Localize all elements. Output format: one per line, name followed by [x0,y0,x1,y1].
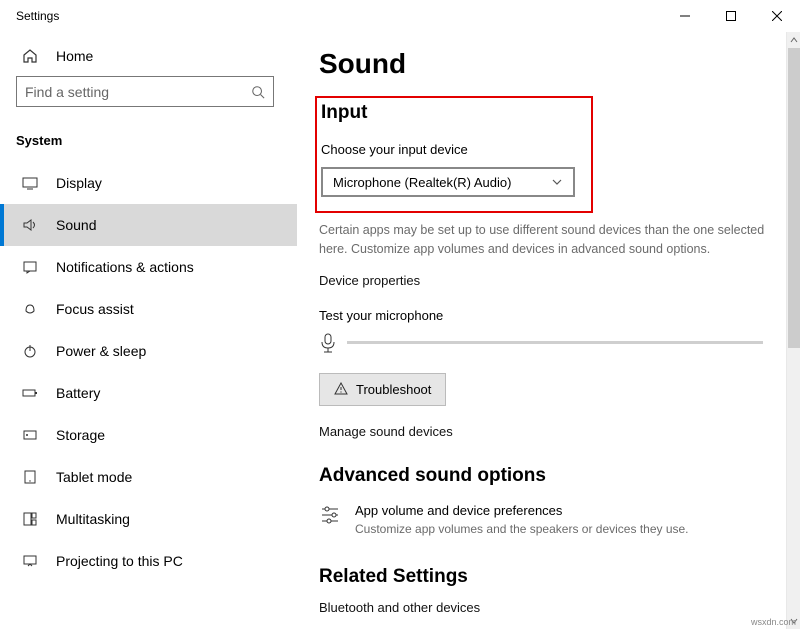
nav-label: Tablet mode [56,469,132,485]
home-label: Home [56,48,93,64]
multitasking-icon [22,511,38,527]
input-note: Certain apps may be set up to use differ… [319,221,772,259]
input-device-dropdown[interactable]: Microphone (Realtek(R) Audio) [321,167,575,197]
search-input[interactable]: Find a setting [16,76,274,107]
sidebar-item-projecting[interactable]: Projecting to this PC [0,540,297,582]
sidebar-item-storage[interactable]: Storage [0,414,297,456]
display-icon [22,175,38,191]
pref-title: App volume and device preferences [355,503,689,518]
microphone-icon [319,333,337,353]
sidebar: Home Find a setting System Display Sound [0,32,297,629]
window-title: Settings [16,9,662,23]
input-heading: Input [317,102,579,124]
close-button[interactable] [754,0,800,32]
bluetooth-devices-link[interactable]: Bluetooth and other devices [319,600,772,615]
chevron-down-icon [551,176,563,188]
sidebar-item-home[interactable]: Home [0,40,297,76]
focus-assist-icon [22,301,38,317]
search-placeholder: Find a setting [25,84,243,100]
battery-icon [22,385,38,401]
nav-label: Power & sleep [56,343,146,359]
advanced-options-heading: Advanced sound options [319,465,772,487]
page-title: Sound [319,48,772,80]
watermark: wsxdn.com [751,617,796,627]
scroll-thumb[interactable] [788,48,800,348]
nav-label: Sound [56,217,96,233]
dropdown-value: Microphone (Realtek(R) Audio) [333,175,551,190]
tablet-icon [22,469,38,485]
sidebar-item-focus-assist[interactable]: Focus assist [0,288,297,330]
input-section-highlight: Input Choose your input device Microphon… [315,96,593,213]
search-icon [251,85,265,99]
nav-label: Storage [56,427,105,443]
nav-label: Multitasking [56,511,130,527]
pref-subtitle: Customize app volumes and the speakers o… [355,522,689,536]
sidebar-item-battery[interactable]: Battery [0,372,297,414]
manage-sound-devices-link[interactable]: Manage sound devices [319,424,772,439]
main-content: Sound Input Choose your input device Mic… [297,32,800,629]
microphone-level-bar [347,341,763,344]
troubleshoot-button[interactable]: Troubleshoot [319,373,446,406]
nav-label: Display [56,175,102,191]
power-icon [22,343,38,359]
warning-icon [334,382,348,396]
test-microphone-label: Test your microphone [319,308,772,323]
minimize-button[interactable] [662,0,708,32]
nav-label: Battery [56,385,100,401]
projecting-icon [22,553,38,569]
app-volume-preferences-link[interactable]: App volume and device preferences Custom… [319,503,772,536]
sidebar-item-sound[interactable]: Sound [0,204,297,246]
sliders-icon [319,503,341,536]
sidebar-item-display[interactable]: Display [0,162,297,204]
choose-input-label: Choose your input device [317,142,579,157]
device-properties-link[interactable]: Device properties [319,273,772,288]
nav-label: Focus assist [56,301,134,317]
home-icon [22,48,38,64]
sidebar-section-label: System [0,123,297,162]
storage-icon [22,427,38,443]
maximize-button[interactable] [708,0,754,32]
notifications-icon [22,259,38,275]
titlebar: Settings [0,0,800,32]
scrollbar[interactable] [786,32,800,629]
sidebar-item-tablet-mode[interactable]: Tablet mode [0,456,297,498]
troubleshoot-label: Troubleshoot [356,382,431,397]
sidebar-item-power-sleep[interactable]: Power & sleep [0,330,297,372]
related-settings-heading: Related Settings [319,566,772,588]
scroll-up-arrow[interactable] [787,32,800,48]
sound-icon [22,217,38,233]
sidebar-item-multitasking[interactable]: Multitasking [0,498,297,540]
nav-label: Projecting to this PC [56,553,183,569]
nav-label: Notifications & actions [56,259,194,275]
sidebar-item-notifications[interactable]: Notifications & actions [0,246,297,288]
